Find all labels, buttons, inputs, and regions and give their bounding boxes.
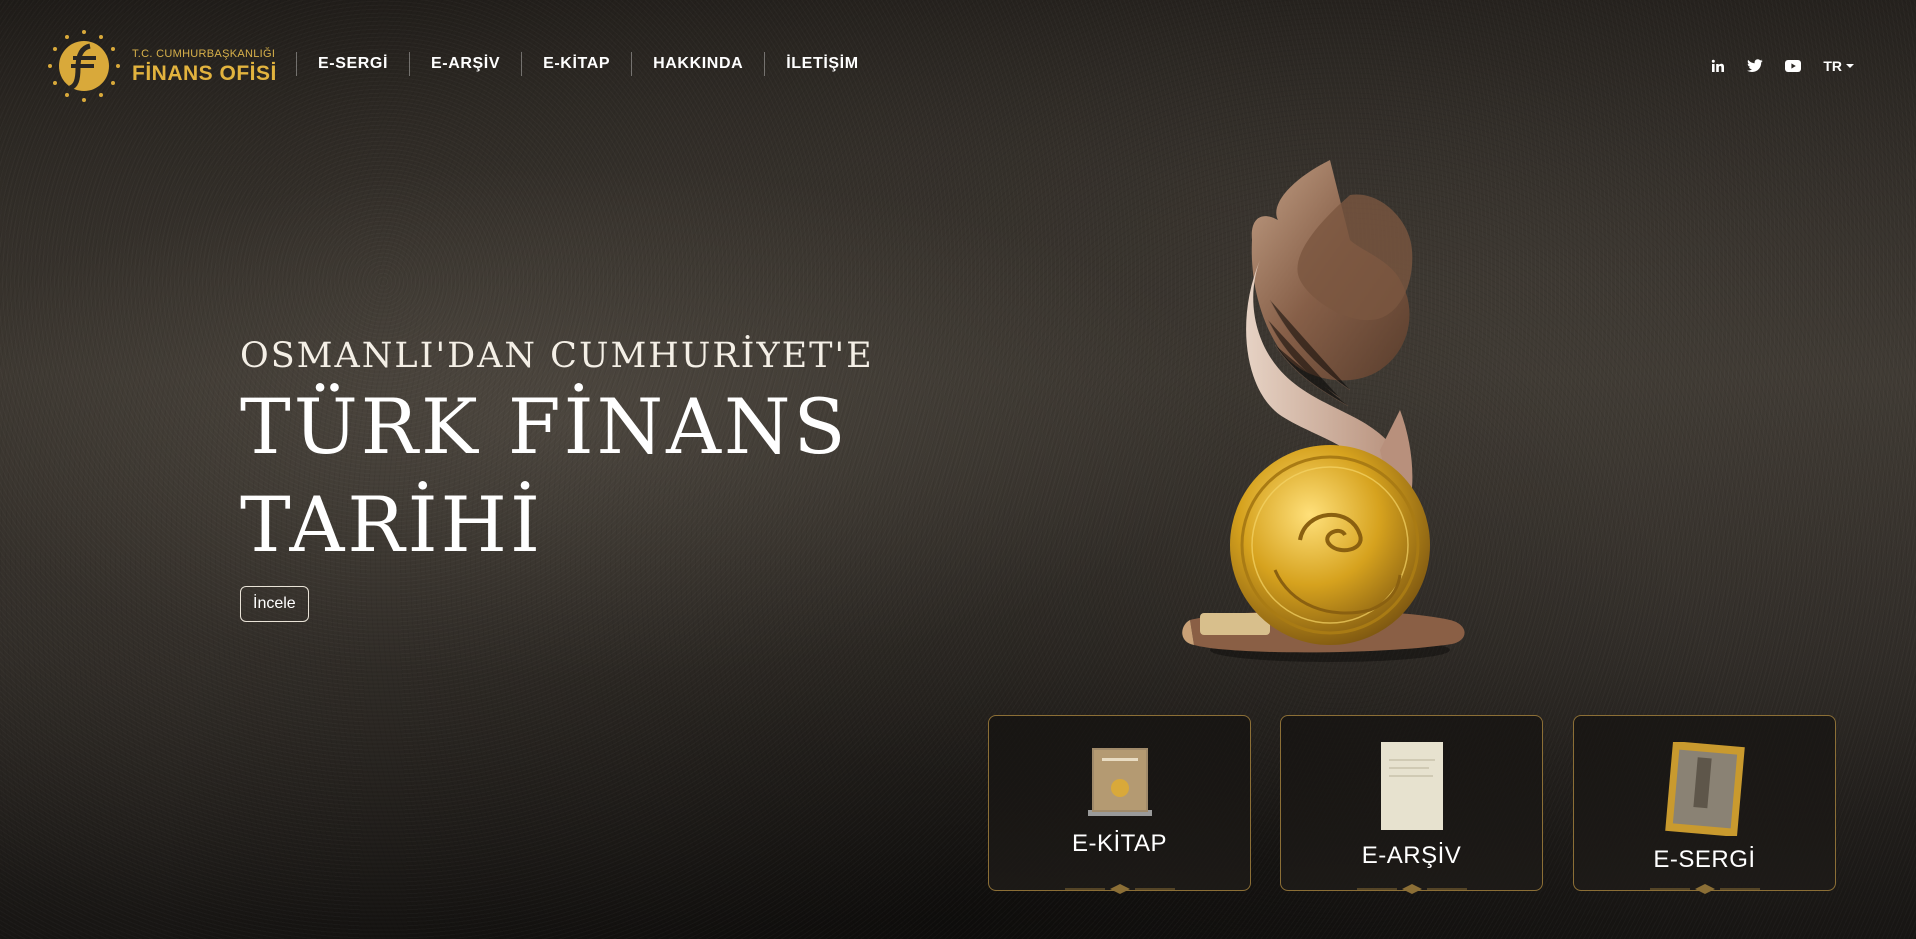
ornament-icon bbox=[1649, 884, 1760, 894]
finans-ofisi-emblem-icon bbox=[48, 30, 120, 102]
nav-item-iletisim[interactable]: İLETİŞİM bbox=[765, 55, 879, 73]
chevron-down-icon bbox=[1846, 64, 1854, 68]
nav-item-hakkinda[interactable]: HAKKINDA bbox=[632, 55, 764, 73]
scroll-and-gold-coin-illustration bbox=[1182, 160, 1465, 662]
hero-title-line2: TARİHİ bbox=[240, 480, 543, 569]
site-header: T.C. CUMHURBAŞKANLIĞI FİNANS OFİSİ E-SER… bbox=[0, 0, 1916, 140]
framed-painting-icon bbox=[1664, 742, 1745, 836]
youtube-icon[interactable] bbox=[1785, 60, 1802, 72]
main-nav: E-SERGİ E-ARŞİV E-KİTAP HAKKINDA İLETİŞİ… bbox=[296, 52, 880, 76]
brand-line1: T.C. CUMHURBAŞKANLIĞI bbox=[132, 47, 276, 60]
brand-line2: FİNANS OFİSİ bbox=[132, 61, 277, 85]
language-selector[interactable]: TR bbox=[1823, 58, 1854, 74]
card-label-e-sergi: E-SERGİ bbox=[1653, 846, 1756, 873]
linkedin-icon[interactable] bbox=[1711, 59, 1725, 73]
social-links: TR bbox=[1711, 58, 1854, 74]
logo[interactable]: T.C. CUMHURBAŞKANLIĞI FİNANS OFİSİ bbox=[46, 28, 277, 104]
twitter-icon[interactable] bbox=[1747, 59, 1763, 73]
nav-item-e-kitap[interactable]: E-KİTAP bbox=[522, 55, 631, 73]
ornament-icon bbox=[1064, 884, 1175, 894]
book-icon bbox=[1087, 748, 1152, 816]
language-label: TR bbox=[1823, 58, 1842, 74]
card-e-sergi[interactable]: E-SERGİ bbox=[1573, 715, 1836, 894]
card-e-arsiv[interactable]: E-ARŞİV bbox=[1280, 715, 1543, 894]
hero-subtitle: OSMANLI'DAN CUMHURİYET'E bbox=[240, 336, 874, 376]
ornament-icon bbox=[1356, 884, 1467, 894]
hero-title-line1: TÜRK FİNANS bbox=[240, 382, 849, 471]
card-e-kitap[interactable]: E-KİTAP bbox=[988, 715, 1251, 894]
document-icon bbox=[1380, 742, 1443, 830]
hero: OSMANLI'DAN CUMHURİYET'E TÜRK FİNANS TAR… bbox=[240, 336, 874, 622]
card-label-e-kitap: E-KİTAP bbox=[1071, 830, 1168, 857]
nav-item-e-arsiv[interactable]: E-ARŞİV bbox=[410, 55, 521, 73]
incele-button[interactable]: İncele bbox=[240, 586, 309, 622]
nav-item-e-sergi[interactable]: E-SERGİ bbox=[297, 55, 409, 73]
card-label-e-arsiv: E-ARŞİV bbox=[1361, 842, 1462, 869]
